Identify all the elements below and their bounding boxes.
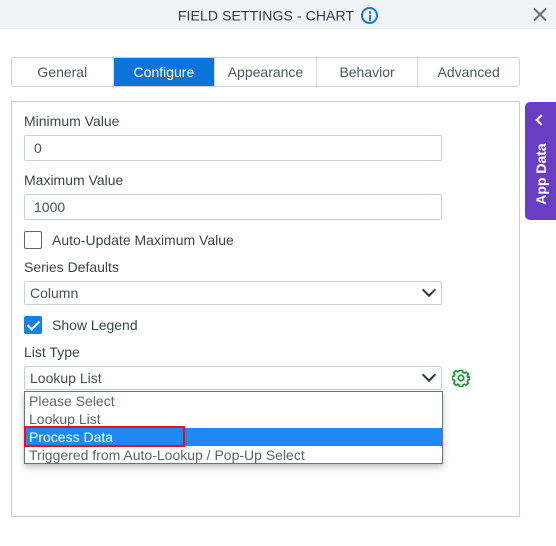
chevron-down-icon	[421, 367, 437, 383]
chevron-down-icon	[421, 282, 437, 298]
maximum-value-input[interactable]: 1000	[24, 194, 442, 220]
auto-update-max-checkbox[interactable]	[24, 231, 42, 249]
series-defaults-select[interactable]: Column	[24, 281, 442, 305]
list-type-option[interactable]: Please Select	[25, 392, 442, 410]
show-legend-checkbox[interactable]	[24, 316, 42, 334]
app-data-panel-toggle[interactable]: App Data	[525, 102, 556, 220]
maximum-value-label: Maximum Value	[24, 172, 124, 188]
list-type-dropdown: Please Select Lookup List Process Data T…	[24, 391, 443, 464]
app-data-label: App Data	[532, 143, 549, 205]
list-type-option[interactable]: Lookup List	[25, 410, 442, 428]
list-type-label: List Type	[24, 344, 80, 360]
list-type-value: Lookup List	[30, 370, 102, 386]
list-type-option[interactable]: Triggered from Auto-Lookup / Pop-Up Sele…	[25, 446, 442, 464]
close-icon[interactable]	[532, 6, 548, 22]
list-type-option-selected[interactable]: Process Data	[25, 428, 442, 446]
auto-update-max-label: Auto-Update Maximum Value	[52, 232, 234, 248]
dialog-titlebar: FIELD SETTINGS - CHART	[0, 0, 556, 29]
minimum-value-input[interactable]: 0	[24, 135, 442, 161]
tab-configure[interactable]: Configure	[113, 58, 216, 86]
show-legend-label: Show Legend	[52, 317, 138, 333]
tab-appearance[interactable]: Appearance	[215, 58, 317, 86]
tab-advanced[interactable]: Advanced	[418, 58, 519, 86]
tab-general[interactable]: General	[12, 58, 114, 86]
dialog-title-text: FIELD SETTINGS - CHART	[177, 7, 355, 24]
list-type-select[interactable]: Lookup List	[24, 366, 442, 390]
chevron-left-icon	[535, 114, 547, 126]
tab-behavior[interactable]: Behavior	[317, 58, 419, 86]
settings-tabs: General Configure Appearance Behavior Ad…	[11, 57, 520, 87]
series-defaults-value: Column	[30, 285, 79, 301]
info-icon[interactable]	[361, 6, 379, 24]
minimum-value-label: Minimum Value	[24, 113, 120, 129]
gear-icon[interactable]	[452, 369, 470, 387]
dialog-title: FIELD SETTINGS - CHART	[0, 6, 556, 24]
series-defaults-label: Series Defaults	[24, 259, 119, 275]
